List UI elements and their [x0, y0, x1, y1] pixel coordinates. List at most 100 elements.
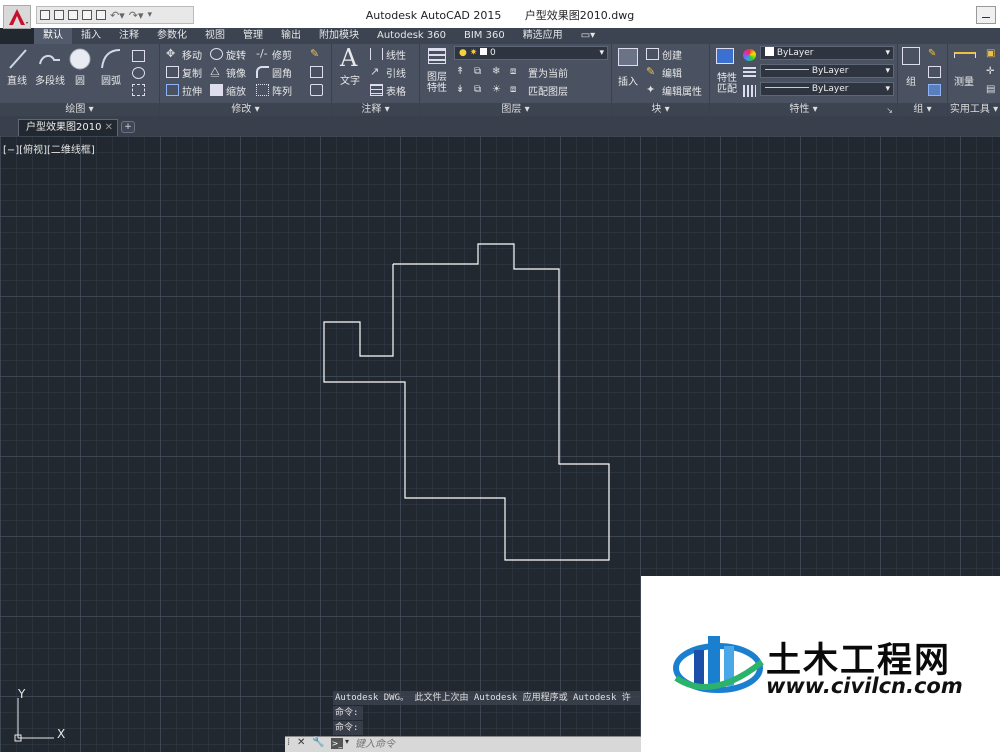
circle-icon[interactable] [68, 47, 92, 71]
group-edit-icon[interactable] [928, 66, 941, 78]
new-tab-button[interactable]: + [121, 121, 135, 133]
minimize-button[interactable] [976, 6, 996, 24]
set-current-button[interactable]: 置为当前 [528, 65, 568, 80]
properties-panel-title[interactable]: 特性 ▾ [710, 103, 897, 116]
layer-on-icon[interactable]: ↡ [456, 84, 469, 96]
panel-launcher-icon[interactable]: ↘ [886, 106, 893, 115]
stretch-button[interactable]: 拉伸 [182, 83, 202, 98]
explode-icon[interactable] [310, 66, 323, 78]
linear-button[interactable]: 线性 [386, 47, 406, 62]
close-icon[interactable]: ✕ [105, 120, 113, 135]
draw-panel-title[interactable]: 绘图 ▾ [0, 103, 159, 116]
measure-icon[interactable] [954, 52, 976, 58]
tab-bim-360[interactable]: BIM 360 [455, 28, 514, 44]
match-properties-icon[interactable] [716, 48, 734, 64]
ungroup-icon[interactable]: ✎ [928, 48, 941, 60]
utilities-panel-title[interactable]: 实用工具 ▾ [948, 103, 1000, 116]
tab-featured-apps[interactable]: 精选应用 [514, 28, 572, 44]
command-prompt-icon[interactable]: >_ [331, 738, 343, 749]
groups-panel-title[interactable]: 组 ▾ [898, 103, 947, 116]
scale-button[interactable]: 缩放 [226, 83, 246, 98]
layer-off-icon[interactable]: ↟ [456, 66, 469, 78]
modify-panel-title[interactable]: 修改 ▾ [160, 103, 331, 116]
line-sample [765, 69, 809, 70]
leader-button[interactable]: 引线 [386, 65, 406, 80]
group-button[interactable]: 组 [906, 73, 916, 88]
arc-button[interactable]: 圆弧 [101, 72, 121, 87]
polyline-icon[interactable] [38, 48, 62, 70]
lineweight-icon [743, 67, 756, 79]
edit-attribute-button[interactable]: 编辑属性 [662, 83, 702, 98]
group-icon[interactable] [902, 47, 920, 65]
edit-button[interactable]: 编辑 [662, 65, 682, 80]
layer-thaw-icon[interactable]: ☀ [492, 84, 505, 96]
scale-icon [210, 84, 223, 96]
layer-properties-button[interactable]: 图层 特性 [427, 72, 447, 94]
document-tab[interactable]: 户型效果图2010 ✕ [18, 119, 118, 136]
text-button[interactable]: 文字 [340, 72, 360, 87]
tab-more[interactable]: ▭▾ [572, 28, 604, 44]
layers-panel: 图层 特性 ● ✷ 0 ▾ ↟ ⧉ ❄ ⧈ 置为当前 ↡ ⧉ ☀ ⧈ 匹配图层 … [420, 44, 612, 116]
floor-plan-polyline[interactable] [323, 243, 610, 561]
array-button[interactable]: 阵列 [272, 83, 292, 98]
insert-button[interactable]: 插入 [618, 73, 638, 88]
layer-isolate-icon[interactable]: ⧉ [474, 66, 487, 78]
tab-manage[interactable]: 管理 [234, 28, 272, 44]
arc-icon[interactable] [100, 48, 122, 70]
tab-addins[interactable]: 附加模块 [310, 28, 368, 44]
lineweight-dropdown[interactable]: ByLayer ▾ [760, 64, 894, 78]
drag-handle-icon[interactable]: ⁞ [287, 737, 290, 748]
mirror-button[interactable]: 镜像 [226, 65, 246, 80]
move-button[interactable]: 移动 [182, 47, 202, 62]
text-icon[interactable]: A [340, 44, 357, 72]
group-select-icon[interactable] [928, 84, 941, 96]
block-panel-title[interactable]: 块 ▾ [612, 103, 709, 116]
fillet-button[interactable]: 圆角 [272, 65, 292, 80]
layer-lock-icon[interactable]: ⧈ [510, 66, 523, 78]
layer-dropdown[interactable]: ● ✷ 0 ▾ [454, 46, 608, 60]
command-input[interactable] [355, 738, 635, 750]
boundary-icon[interactable] [132, 84, 145, 96]
match-properties-button[interactable]: 特性 匹配 [717, 73, 737, 95]
measure-button[interactable]: 测量 [954, 73, 974, 88]
tab-view[interactable]: 视图 [196, 28, 234, 44]
circle-button[interactable]: 圆 [75, 72, 85, 87]
layer-unlock-icon[interactable]: ⧈ [510, 84, 523, 96]
layer-properties-icon[interactable] [428, 48, 446, 64]
match-layer-button[interactable]: 匹配图层 [528, 83, 568, 98]
quick-select-icon[interactable]: ▣ [986, 48, 999, 60]
polyline-button[interactable]: 多段线 [35, 72, 65, 87]
insert-block-icon[interactable] [618, 48, 638, 66]
tab-default[interactable]: 默认 [34, 28, 72, 44]
viewport-controls[interactable]: [−][俯视][二维线框] [3, 141, 95, 156]
calculator-icon[interactable]: ▤ [986, 84, 999, 96]
color-dropdown[interactable]: ByLayer ▾ [760, 46, 894, 60]
tab-output[interactable]: 输出 [272, 28, 310, 44]
copy-button[interactable]: 复制 [182, 65, 202, 80]
trim-icon: -/- [256, 47, 268, 60]
line-button[interactable]: 直线 [7, 72, 27, 87]
tab-insert[interactable]: 插入 [72, 28, 110, 44]
layer-unisolate-icon[interactable]: ⧉ [474, 84, 487, 96]
hatch-icon[interactable] [132, 67, 145, 79]
rectangle-icon[interactable] [132, 50, 145, 62]
chevron-down-icon[interactable]: ▾ [345, 737, 349, 746]
id-point-icon[interactable]: ✛ [986, 66, 999, 78]
layer-freeze-icon[interactable]: ❄ [492, 66, 505, 78]
trim-button[interactable]: 修剪 [272, 47, 292, 62]
create-button[interactable]: 创建 [662, 47, 682, 62]
annotation-panel-title[interactable]: 注释 ▾ [332, 103, 419, 116]
array-icon [256, 84, 269, 96]
wrench-icon[interactable]: 🔧 [312, 737, 324, 748]
linetype-dropdown[interactable]: ByLayer ▾ [760, 82, 894, 96]
layers-panel-title[interactable]: 图层 ▾ [420, 103, 611, 116]
line-icon[interactable] [8, 48, 28, 70]
rotate-button[interactable]: 旋转 [226, 47, 246, 62]
tab-autodesk-360[interactable]: Autodesk 360 [368, 28, 455, 44]
tab-annotate[interactable]: 注释 [110, 28, 148, 44]
offset-icon[interactable] [310, 84, 323, 96]
tab-parametric[interactable]: 参数化 [148, 28, 196, 44]
close-icon[interactable]: ✕ [297, 737, 305, 748]
table-button[interactable]: 表格 [386, 83, 406, 98]
erase-icon[interactable]: ✎ [310, 48, 323, 60]
